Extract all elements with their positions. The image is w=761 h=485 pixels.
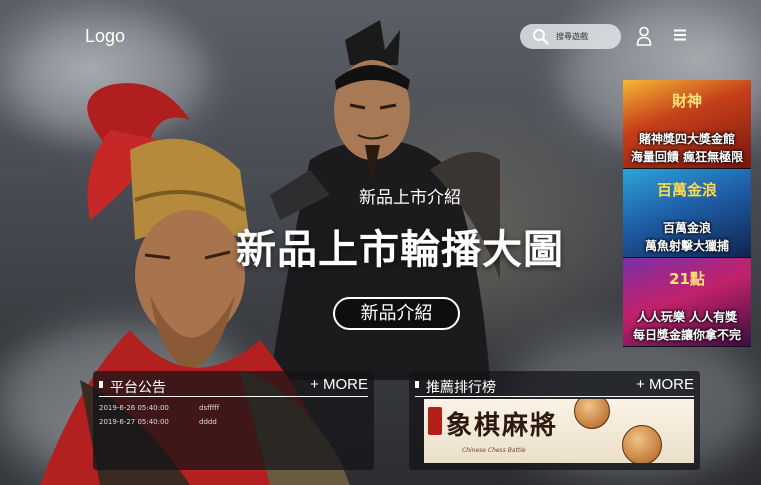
promo-banner-top-text: 21點 bbox=[669, 270, 705, 288]
announcement-date: 2019-6-27 05:40:00 bbox=[99, 418, 169, 426]
list-item[interactable]: 2019-6-27 05:40:00 dddd bbox=[99, 418, 349, 432]
new-product-button[interactable]: 新品介紹 bbox=[333, 297, 460, 330]
promo-banner-mid-text: 賭神獎四大獎金館 bbox=[638, 132, 735, 146]
chess-piece-icon bbox=[574, 399, 610, 429]
announcement-list: 2019-6-26 05:40:00 dsfffff 2019-6-27 05:… bbox=[99, 404, 349, 432]
announcement-date: 2019-6-26 05:40:00 bbox=[99, 404, 169, 412]
promo-banner-mid-text: 百萬金浪 bbox=[662, 221, 711, 235]
bullet-marker bbox=[415, 381, 419, 388]
site-logo[interactable]: Logo bbox=[85, 26, 125, 47]
menu-icon[interactable] bbox=[673, 28, 687, 42]
announcements-title: 平台公告 bbox=[110, 380, 166, 396]
bullet-marker bbox=[99, 381, 103, 388]
promo-banner-fishing[interactable]: 百萬金浪 百萬金浪 萬魚射擊大獵捕 bbox=[623, 169, 751, 258]
announcements-more-link[interactable]: + MORE bbox=[310, 376, 368, 393]
promo-banner-fortune[interactable]: 財神 賭神獎四大獎金館 海量回饋 瘋狂無極限 bbox=[623, 80, 751, 169]
search-icon[interactable] bbox=[532, 28, 549, 45]
search-input[interactable] bbox=[556, 28, 616, 45]
announcements-header: 平台公告 + MORE bbox=[99, 375, 368, 397]
ranking-panel: 推薦排行榜 + MORE 象棋麻將 Chinese Chess Battle bbox=[409, 371, 700, 470]
ranking-more-link[interactable]: + MORE bbox=[636, 376, 694, 393]
promo-banner-top-text: 百萬金浪 bbox=[656, 181, 717, 199]
hero-title: 新品上市輪播大圖 bbox=[236, 227, 564, 273]
top-header: Logo bbox=[0, 0, 761, 70]
game-banner-title: 象棋麻將 bbox=[446, 411, 559, 441]
announcement-text: dddd bbox=[199, 418, 217, 426]
user-icon[interactable] bbox=[636, 26, 652, 46]
announcement-text: dsfffff bbox=[199, 404, 220, 412]
ranking-header: 推薦排行榜 + MORE bbox=[415, 375, 694, 397]
promo-banner-bottom-text: 每日獎金讓你拿不完 bbox=[632, 328, 741, 342]
ranking-title: 推薦排行榜 bbox=[426, 380, 496, 396]
side-promo-banners: 財神 賭神獎四大獎金館 海量回饋 瘋狂無極限 百萬金浪 百萬金浪 萬魚射擊大獵捕… bbox=[623, 80, 751, 349]
promo-banner-blackjack[interactable]: 21點 人人玩樂 人人有獎 每日獎金讓你拿不完 bbox=[623, 258, 751, 347]
hero-subtitle: 新品上市介紹 bbox=[359, 188, 461, 208]
ranking-game-banner[interactable]: 象棋麻將 Chinese Chess Battle bbox=[424, 399, 694, 463]
search-bar[interactable] bbox=[520, 24, 621, 49]
promo-banner-bottom-text: 海量回饋 瘋狂無極限 bbox=[630, 150, 744, 164]
announcements-panel: 平台公告 + MORE 2019-6-26 05:40:00 dsfffff 2… bbox=[93, 371, 374, 470]
promo-banner-bottom-text: 萬魚射擊大獵捕 bbox=[644, 239, 729, 253]
game-tag-icon bbox=[428, 407, 442, 435]
game-banner-subtitle: Chinese Chess Battle bbox=[462, 447, 526, 454]
list-item[interactable]: 2019-6-26 05:40:00 dsfffff bbox=[99, 404, 349, 418]
promo-banner-mid-text: 人人玩樂 人人有獎 bbox=[636, 310, 738, 324]
chess-piece-icon bbox=[622, 425, 662, 463]
promo-banner-top-text: 財神 bbox=[671, 92, 702, 110]
